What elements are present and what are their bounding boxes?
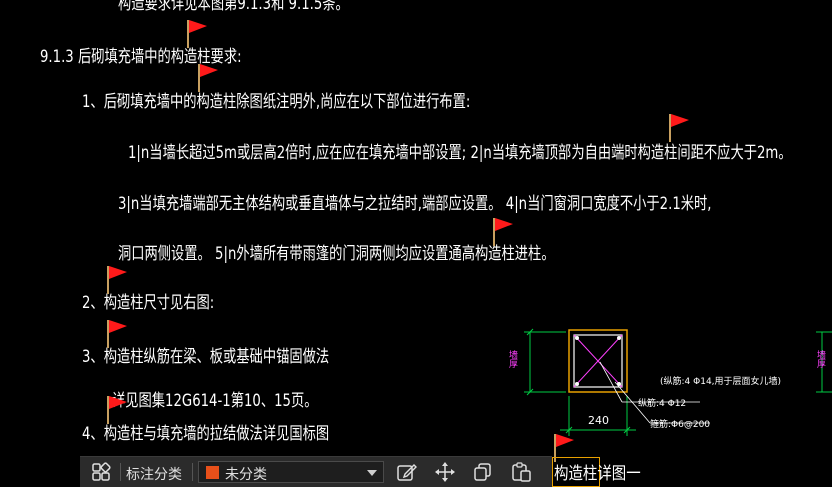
item-3: 3、构造柱纵筋在梁、板或基础中锚固做法	[82, 347, 330, 367]
toolbar-divider	[192, 463, 193, 481]
doc-line-top: 构造要求详见本图第9.1.3和 9.1.5条。	[118, 0, 349, 14]
item-1-line-3: 洞口两侧设置。 5|n外墙所有带雨篷的门洞两侧均应设置通高构造柱进柱。	[118, 244, 555, 264]
note-stirrups: 箍筋:Φ6@200	[650, 420, 711, 430]
markup-flag[interactable]	[492, 216, 514, 246]
markup-flag[interactable]	[106, 394, 128, 424]
wall-thickness-label-left: 墙厚	[507, 350, 517, 368]
edit-icon[interactable]	[396, 462, 418, 482]
cad-canvas[interactable]: 构造要求详见本图第9.1.3和 9.1.5条。 9.1.3 后砌填充墙中的构造柱…	[0, 0, 832, 487]
grid-icon[interactable]	[90, 462, 112, 482]
item-1: 1、后砌填充墙中的构造柱除图纸注明外,尚应在以下部位进行布置:	[82, 92, 471, 112]
item-2: 2、构造柱尺寸见右图:	[82, 293, 215, 313]
wall-thickness-label-right: 墙厚	[815, 350, 825, 368]
move-icon[interactable]	[434, 462, 456, 482]
markup-flag[interactable]	[668, 112, 690, 142]
chevron-down-icon	[367, 470, 377, 476]
note-longitudinal-bars: (纵筋:4 Φ14,用于层面女儿墙)	[660, 377, 782, 387]
item-1-line-2: 3|n当填充墙端部无主体结构或垂直墙体与之拉结时,端部应设置。 4|n当门窗洞口…	[118, 194, 712, 214]
category-select-value: 未分类	[225, 466, 267, 482]
copy-icon[interactable]	[472, 462, 494, 482]
detail-title: 构造柱详图一	[554, 464, 641, 484]
markup-flag[interactable]	[186, 18, 208, 48]
item-4: 4、构造柱与填充墙的拉结做法详见国标图	[82, 424, 330, 444]
toolbar-divider	[120, 463, 121, 481]
paste-icon[interactable]	[510, 462, 532, 482]
dimension-width: 240	[588, 414, 609, 427]
markup-flag[interactable]	[106, 264, 128, 294]
annotation-toolbar: 标注分类 未分类	[80, 456, 552, 487]
column-detail-drawing[interactable]	[500, 320, 832, 460]
note-bars: 纵筋:4 Φ12	[638, 399, 687, 409]
item-3-continued: 详见图集12G614-1第10、15页。	[112, 391, 318, 411]
category-color-swatch	[206, 466, 219, 479]
item-1-line-1: 1|n当墙长超过5m或层高2倍时,应在应在填充墙中部设置; 2|n当填充墙顶部为…	[128, 143, 792, 163]
markup-flag[interactable]	[197, 62, 219, 92]
markup-flag[interactable]	[106, 318, 128, 348]
category-select[interactable]: 未分类	[198, 461, 384, 483]
category-label: 标注分类	[126, 466, 182, 482]
